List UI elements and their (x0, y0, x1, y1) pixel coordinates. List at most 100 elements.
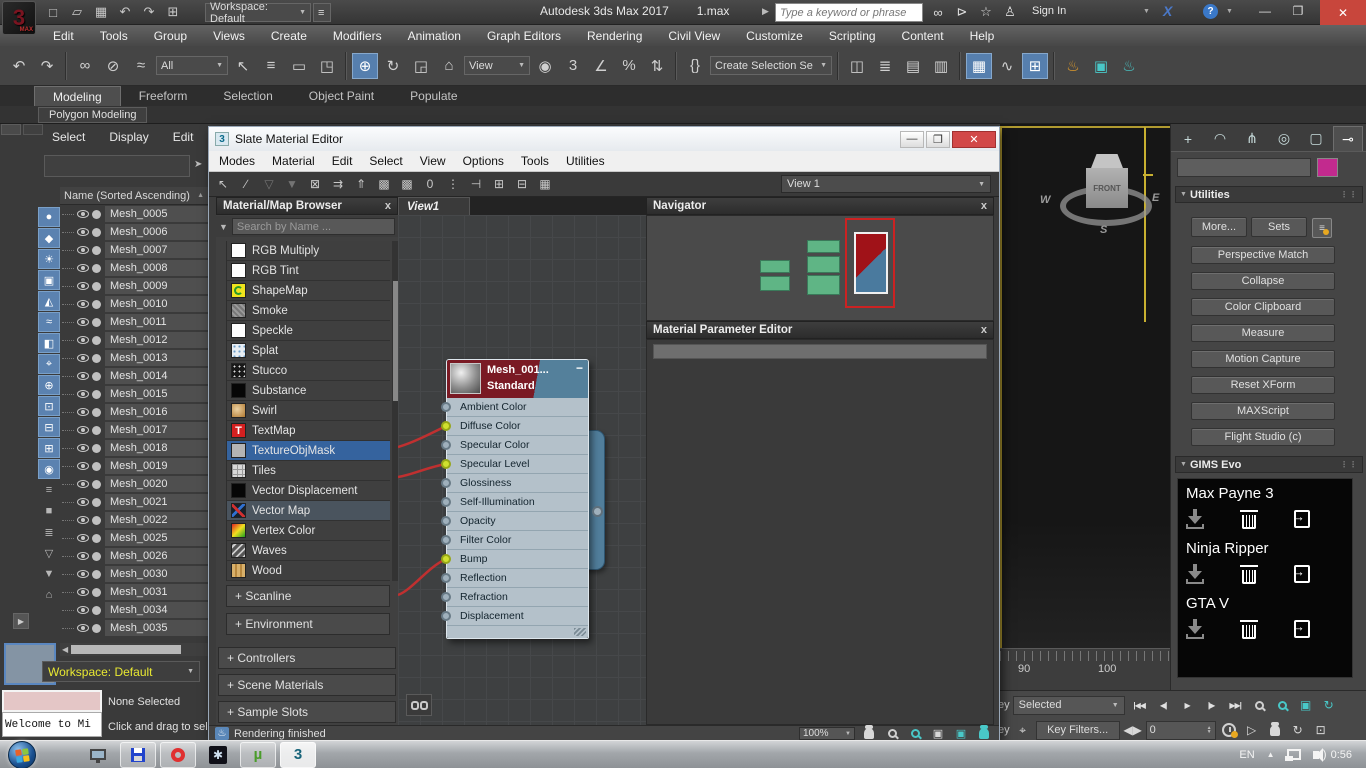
material-map-item[interactable]: Stucco (227, 361, 390, 381)
explorer-tab[interactable] (23, 124, 43, 135)
material-map-item[interactable]: ShapeMap (227, 281, 390, 301)
snap-toggle-3d-icon[interactable]: 3 (560, 53, 586, 79)
ribbon-tab[interactable]: Freeform (121, 86, 206, 106)
node-slot[interactable]: Glossiness (447, 474, 588, 493)
scene-object-row[interactable]: Mesh_0011 (60, 313, 208, 331)
user-icon[interactable]: ♙ (1000, 2, 1020, 22)
scene-object-row[interactable]: Mesh_0017 (60, 421, 208, 439)
sort-ascending-icon[interactable]: ▲ (197, 192, 204, 199)
orbit-viewport-icon[interactable]: ↻ (1288, 721, 1308, 740)
filter-bones-icon[interactable]: ⊡ (38, 396, 60, 416)
material-map-item[interactable]: Smoke (227, 301, 390, 321)
visibility-eye-icon[interactable] (77, 462, 89, 470)
help-icon[interactable]: ? (1203, 4, 1218, 19)
visibility-eye-icon[interactable] (77, 408, 89, 416)
show-background-icon[interactable]: ▩ (397, 174, 417, 194)
scene-object-row[interactable]: Mesh_0021 (60, 493, 208, 511)
close-icon[interactable]: x (981, 324, 987, 336)
scroll-left-icon[interactable]: ◀ (62, 645, 68, 654)
maxscript-mini-listener[interactable]: Welcome to Mi (2, 712, 102, 737)
filter-spacewarps-icon[interactable]: ≈ (38, 312, 60, 332)
show-shaded-material-in-viewport-icon[interactable]: ▩ (374, 174, 394, 194)
ribbon-tab[interactable]: Modeling (34, 86, 121, 106)
slate-menu-item[interactable]: Select (369, 154, 402, 168)
layer-manager-icon[interactable]: ▤ (900, 53, 926, 79)
slot-connector-dot[interactable] (441, 497, 451, 507)
project-folder-icon[interactable]: ⊞ (162, 2, 184, 22)
curve-editor-icon[interactable]: ∿ (994, 53, 1020, 79)
visibility-toggle-icon[interactable]: ◉ (38, 459, 60, 479)
scene-object-row[interactable]: Mesh_0034 (60, 601, 208, 619)
compass-west-label[interactable]: W (1040, 194, 1050, 206)
visibility-eye-icon[interactable] (77, 552, 89, 560)
node-slot[interactable]: Reflection (447, 569, 588, 588)
undo-icon[interactable]: ↶ (114, 2, 136, 22)
window-crossing-icon[interactable]: ◳ (314, 53, 340, 79)
visibility-eye-icon[interactable] (77, 444, 89, 452)
selectability-dot-icon[interactable] (92, 372, 101, 381)
utilities-rollout-header[interactable]: ▼ Utilities ⋮⋮ (1175, 186, 1363, 203)
utility-button[interactable]: Color Clipboard (1191, 298, 1335, 316)
selectability-dot-icon[interactable] (92, 210, 101, 219)
utility-button[interactable]: Flight Studio (c) (1191, 428, 1335, 446)
select-by-name-icon[interactable]: ≡ (258, 53, 284, 79)
close-icon[interactable]: x (981, 200, 987, 212)
map-group-button[interactable]: + Environment (226, 613, 390, 635)
slot-connector-dot[interactable] (441, 478, 451, 488)
tab-utilities[interactable]: ⊸ (1333, 126, 1363, 151)
selectability-dot-icon[interactable] (92, 606, 101, 615)
zoom-region-icon[interactable] (1273, 696, 1293, 715)
button-sets-button[interactable]: Sets (1251, 217, 1307, 237)
scene-object-row[interactable]: Mesh_0016 (60, 403, 208, 421)
node-output-connector[interactable] (592, 506, 603, 517)
slate-menu-item[interactable]: Material (272, 154, 315, 168)
menu-item[interactable]: Graph Editors (474, 25, 574, 46)
ribbon-tab[interactable]: Populate (392, 86, 475, 106)
parameter-editor-toggle-icon[interactable]: ⊟ (512, 174, 532, 194)
sign-in-chevron-icon[interactable]: ▼ (1143, 8, 1150, 15)
front-viewport[interactable]: FRONT W S E (1000, 124, 1170, 690)
workspace-dropdown[interactable]: Workspace: Default▼ (205, 3, 311, 22)
filter-xrefs-icon[interactable]: ⊕ (38, 375, 60, 395)
bind-to-space-warp-icon[interactable]: ≈ (128, 53, 154, 79)
orbit-icon[interactable]: ↻ (1319, 696, 1339, 715)
zoom-icon[interactable] (883, 727, 901, 741)
node-slot[interactable]: Ambient Color (447, 398, 588, 417)
node-slot[interactable]: Refraction (447, 588, 588, 607)
scene-object-row[interactable]: Mesh_0006 (60, 223, 208, 241)
gims-evo-rollout-header[interactable]: ▼ GIMS Evo ⋮⋮ (1175, 456, 1363, 473)
save-file-icon[interactable]: ▦ (90, 2, 112, 22)
material-map-item[interactable]: TextureObjMask (227, 441, 390, 461)
visibility-eye-icon[interactable] (77, 606, 89, 614)
close-button[interactable]: ✕ (1320, 0, 1366, 25)
utility-button[interactable]: Collapse (1191, 272, 1335, 290)
material-node-header[interactable]: Mesh_001... Standard − (447, 360, 588, 398)
select-object-icon[interactable]: ↖ (230, 53, 256, 79)
filter-shapes-icon[interactable]: ◧ (38, 333, 60, 353)
viewcube-front-face[interactable]: FRONT (1086, 168, 1128, 208)
filter-all-icon[interactable]: ● (38, 207, 60, 227)
menu-item[interactable]: Create (258, 25, 320, 46)
slate-minimize-button[interactable]: — (900, 131, 924, 148)
zoom-region-icon[interactable] (906, 727, 924, 741)
menu-item[interactable]: Views (200, 25, 258, 46)
slate-menu-item[interactable]: Tools (521, 154, 549, 168)
maximize-button[interactable]: ❐ (1283, 0, 1313, 22)
named-selection-sets-dropdown[interactable]: Create Selection Se▼ (710, 56, 832, 75)
name-column-header[interactable]: Name (Sorted Ascending) ▲ (60, 187, 208, 205)
menu-item[interactable]: Animation (395, 25, 474, 46)
material-map-item[interactable]: Splat (227, 341, 390, 361)
align-icon[interactable]: ≣ (872, 53, 898, 79)
scene-object-row[interactable]: Mesh_0008 (60, 259, 208, 277)
detail-view-icon[interactable]: ≣ (38, 522, 60, 542)
scene-object-row[interactable]: Mesh_0019 (60, 457, 208, 475)
export-icon[interactable] (1294, 510, 1310, 528)
export-icon[interactable] (1294, 620, 1310, 638)
utility-name-field[interactable] (1177, 158, 1311, 177)
help-chevron-icon[interactable]: ▼ (1226, 8, 1233, 15)
filter-cameras-icon[interactable]: ▣ (38, 270, 60, 290)
slate-menu-item[interactable]: View (420, 154, 446, 168)
3ds-max-logo[interactable]: 3MAX (2, 1, 36, 35)
viewcube-top-face[interactable] (1086, 154, 1128, 168)
explorer-menu-item[interactable]: Display (109, 130, 148, 144)
